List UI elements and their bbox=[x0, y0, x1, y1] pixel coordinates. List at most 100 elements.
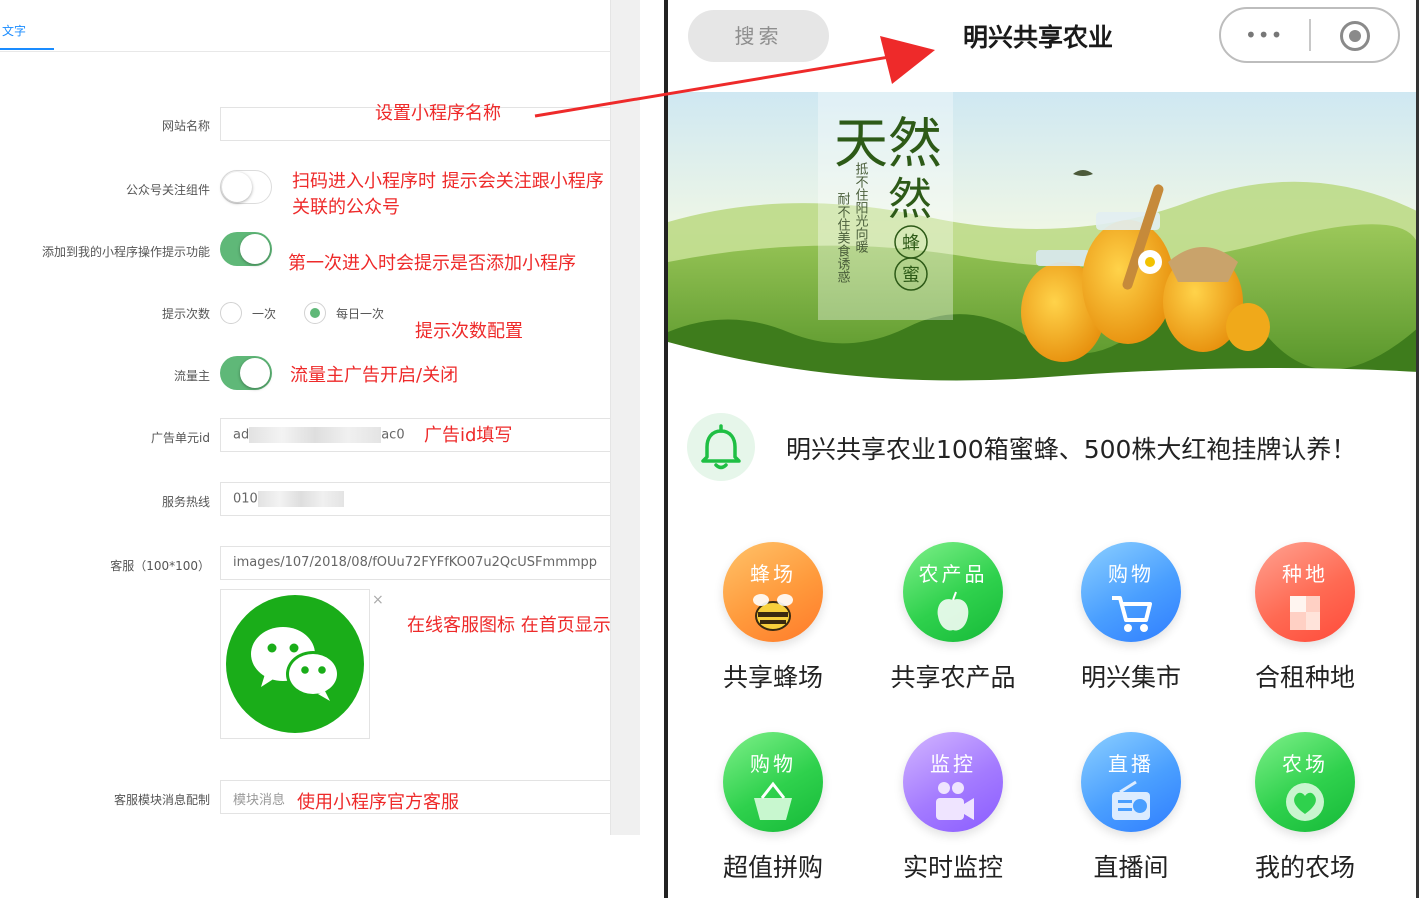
admin-settings-panel: 文字 网站名称 公众号关注组件 添加到我的小程序操作提示功能 提示次数 一次 每… bbox=[0, 0, 640, 898]
follow-component-toggle[interactable] bbox=[220, 170, 272, 204]
tip-once-radio[interactable] bbox=[220, 302, 242, 324]
menu-item[interactable]: 农场 我的农场 bbox=[1230, 732, 1380, 884]
banner-big-text: 天然 bbox=[834, 112, 942, 175]
menu-icon-circle[interactable]: 种地 bbox=[1255, 542, 1355, 642]
menu-item[interactable]: 购物 明兴集市 bbox=[1056, 542, 1206, 694]
menu-item[interactable]: 监控 实时监控 bbox=[878, 732, 1028, 884]
menu-icon-circle[interactable]: 农场 bbox=[1255, 732, 1355, 832]
capsule-menu: ••• bbox=[1219, 7, 1400, 63]
redacted-blur bbox=[249, 427, 382, 443]
tip-count-label: 提示次数 bbox=[161, 307, 210, 321]
menu-icon-circle[interactable]: 农产品 bbox=[903, 542, 1003, 642]
service-image-label: 客服（100*100） bbox=[110, 559, 210, 573]
more-icon[interactable]: ••• bbox=[1245, 23, 1283, 47]
menu-item[interactable]: 农产品 共享农产品 bbox=[878, 542, 1028, 694]
toggle-knob bbox=[240, 234, 270, 264]
tip-daily-label: 每日一次 bbox=[336, 307, 385, 321]
annotation-ad-id: 广告id填写 bbox=[424, 425, 513, 446]
site-name-label: 网站名称 bbox=[161, 119, 210, 133]
menu-circle-text: 监控 bbox=[930, 752, 976, 776]
annotation-set-name: 设置小程序名称 bbox=[375, 103, 501, 124]
menu-circle-text: 农场 bbox=[1282, 752, 1328, 776]
capsule-separator bbox=[1309, 19, 1311, 51]
banner-poem-col1: 抵不住阳光向暖 bbox=[853, 162, 869, 253]
menu-item[interactable]: 购物 超值拼购 bbox=[698, 732, 848, 884]
annotation-tip-count: 提示次数配置 bbox=[415, 321, 523, 342]
service-image-preview bbox=[220, 589, 370, 739]
close-miniprogram-icon[interactable] bbox=[1340, 21, 1370, 51]
add-tip-toggle[interactable] bbox=[220, 232, 272, 266]
flag-icon bbox=[1290, 596, 1320, 630]
ad-unit-suffix: ac0 bbox=[381, 427, 405, 443]
menu-icon-circle[interactable]: 购物 bbox=[723, 732, 823, 832]
hotline-label: 服务热线 bbox=[161, 495, 210, 509]
menu-label: 共享蜂场 bbox=[722, 663, 823, 692]
menu-item[interactable]: 蜂场 共享蜂场 bbox=[698, 542, 848, 694]
menu-label: 实时监控 bbox=[902, 853, 1003, 882]
page-title: 明兴共享农业 bbox=[962, 23, 1113, 52]
bell-icon bbox=[701, 424, 741, 470]
radio-icon bbox=[1112, 780, 1150, 820]
ad-unit-prefix: ad bbox=[233, 427, 250, 443]
add-tip-label: 添加到我的小程序操作提示功能 bbox=[41, 245, 210, 259]
hotline-input[interactable]: 010 bbox=[220, 482, 612, 516]
basket-icon bbox=[754, 781, 792, 820]
menu-label: 我的农场 bbox=[1254, 853, 1355, 882]
menu-label: 超值拼购 bbox=[722, 853, 823, 882]
tip-once-label: 一次 bbox=[252, 307, 277, 321]
annotation-follow-line2: 关联的公众号 bbox=[292, 197, 400, 218]
annotation-follow-line1: 扫码进入小程序时 提示会关注跟小程序 bbox=[292, 171, 604, 192]
follow-component-label: 公众号关注组件 bbox=[125, 183, 210, 197]
redacted-blur bbox=[257, 491, 344, 507]
notice-text[interactable]: 明兴共享农业100箱蜜蜂、500株大红袍挂牌认养！ bbox=[786, 430, 1356, 466]
annotation-service-icon: 在线客服图标 在首页显示 bbox=[407, 615, 611, 636]
menu-circle-text: 直播 bbox=[1108, 752, 1154, 776]
service-image-path-input[interactable]: images/107/2018/08/fOUu72FYFfKO07u2QcUSF… bbox=[220, 546, 612, 580]
menu-item[interactable]: 直播 直播间 bbox=[1056, 732, 1206, 884]
menu-icon-circle[interactable]: 直播 bbox=[1081, 732, 1181, 832]
message-module-label: 客服模块消息配制 bbox=[113, 793, 210, 807]
apple-icon bbox=[937, 591, 969, 631]
menu-icon-circle[interactable]: 蜂场 bbox=[723, 542, 823, 642]
traffic-host-label: 流量主 bbox=[173, 369, 210, 383]
menu-label: 共享农产品 bbox=[890, 663, 1016, 692]
ad-unit-label: 广告单元id bbox=[151, 431, 210, 445]
message-module-placeholder: 模块消息 bbox=[233, 793, 286, 808]
search-button[interactable]: 搜索 bbox=[688, 10, 829, 62]
menu-icon-circle[interactable]: 购物 bbox=[1081, 542, 1181, 642]
admin-scrollbar[interactable] bbox=[610, 0, 640, 835]
tab-text[interactable]: 文字 bbox=[0, 14, 54, 50]
menu-item[interactable]: 种地 合租种地 bbox=[1230, 542, 1380, 694]
menu-circle-text: 购物 bbox=[1108, 562, 1154, 586]
menu-circle-text: 蜂场 bbox=[750, 562, 796, 586]
bee-icon bbox=[753, 594, 793, 631]
annotation-traffic: 流量主广告开启/关闭 bbox=[290, 365, 459, 386]
mini-program-preview: 搜索 明兴共享农业 ••• 天然 然 蜂 蜜 抵不住阳光向暖 耐不住美食诱惑 明… bbox=[668, 0, 1419, 898]
menu-label: 直播间 bbox=[1093, 853, 1169, 882]
toggle-knob bbox=[222, 172, 252, 202]
tip-daily-radio[interactable] bbox=[304, 302, 326, 324]
menu-label: 明兴集市 bbox=[1080, 663, 1181, 692]
menu-circle-text: 购物 bbox=[750, 752, 796, 776]
svg-text:然: 然 bbox=[888, 174, 932, 225]
menu-circle-text: 农产品 bbox=[918, 562, 988, 586]
honey-banner[interactable]: 天然 然 蜂 蜜 抵不住阳光向暖 耐不住美食诱惑 bbox=[668, 92, 1419, 392]
remove-image-icon[interactable]: × bbox=[372, 592, 384, 608]
menu-label: 合租种地 bbox=[1254, 663, 1355, 692]
camera-icon bbox=[936, 782, 974, 820]
heart-icon bbox=[1286, 783, 1324, 821]
screenshot-root: 文字 网站名称 公众号关注组件 添加到我的小程序操作提示功能 提示次数 一次 每… bbox=[0, 0, 1419, 898]
notice-bell-icon bbox=[687, 413, 755, 481]
traffic-host-toggle[interactable] bbox=[220, 356, 272, 390]
annotation-official-service: 使用小程序官方客服 bbox=[297, 792, 459, 813]
wechat-icon bbox=[226, 595, 364, 733]
tab-divider bbox=[0, 51, 610, 52]
annotation-add-tip: 第一次进入时会提示是否添加小程序 bbox=[288, 253, 576, 274]
cart-icon bbox=[1112, 596, 1152, 632]
menu-icon-circle[interactable]: 监控 bbox=[903, 732, 1003, 832]
menu-circle-text: 种地 bbox=[1282, 562, 1328, 586]
svg-text:蜂: 蜂 bbox=[902, 233, 920, 254]
ad-unit-input[interactable]: ad ac0 bbox=[220, 418, 612, 452]
svg-text:蜜: 蜜 bbox=[902, 265, 920, 286]
hotline-prefix: 010 bbox=[233, 491, 258, 507]
